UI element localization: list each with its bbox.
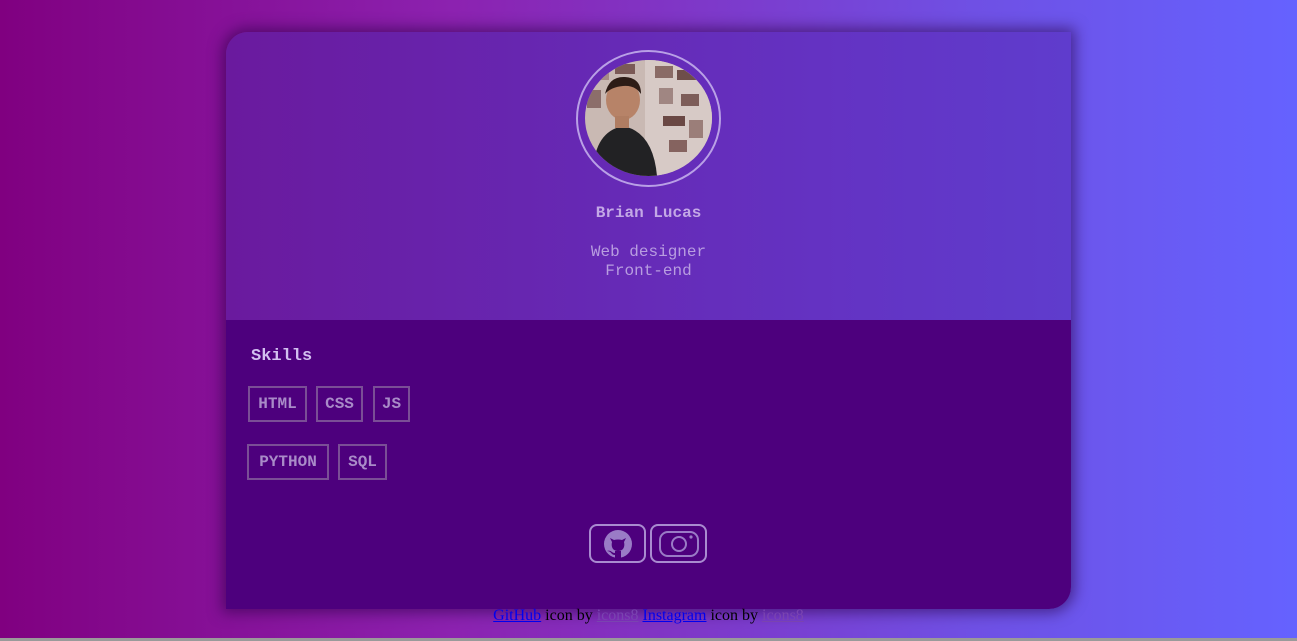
github-button[interactable]	[589, 524, 646, 563]
skill-badge-sql: SQL	[338, 444, 387, 480]
instagram-icon	[658, 530, 699, 557]
avatar-photo	[585, 60, 712, 176]
profile-role-line-1: Web designer	[590, 243, 707, 261]
skill-badge-css: CSS	[316, 386, 363, 422]
avatar	[585, 60, 712, 176]
github-icon-link[interactable]: GitHub	[493, 607, 541, 624]
card-header: Brian Lucas Web designer Front-end	[226, 32, 1071, 320]
skill-badge-html: HTML	[248, 386, 307, 422]
github-icon	[603, 529, 632, 558]
icon-by-text-1: icon by	[541, 607, 597, 624]
instagram-icon-link[interactable]: Instagram	[643, 607, 707, 624]
skills-title: Skills	[251, 347, 313, 366]
profile-role-line-2: Front-end	[605, 262, 692, 280]
profile-card: Brian Lucas Web designer Front-end Skill…	[226, 32, 1071, 609]
icon-by-text-2: icon by	[706, 607, 763, 624]
icons8-credit-link-2[interactable]: icons8	[762, 607, 804, 624]
skill-badge-python: PYTHON	[247, 444, 329, 480]
icons8-credit-link-1[interactable]: icons8	[597, 607, 639, 624]
footer-attribution: GitHub icon by icons8 Instagram icon by …	[0, 607, 1297, 625]
instagram-button[interactable]	[650, 524, 707, 563]
skill-badge-js: JS	[373, 386, 410, 422]
profile-name: Brian Lucas	[595, 204, 702, 222]
